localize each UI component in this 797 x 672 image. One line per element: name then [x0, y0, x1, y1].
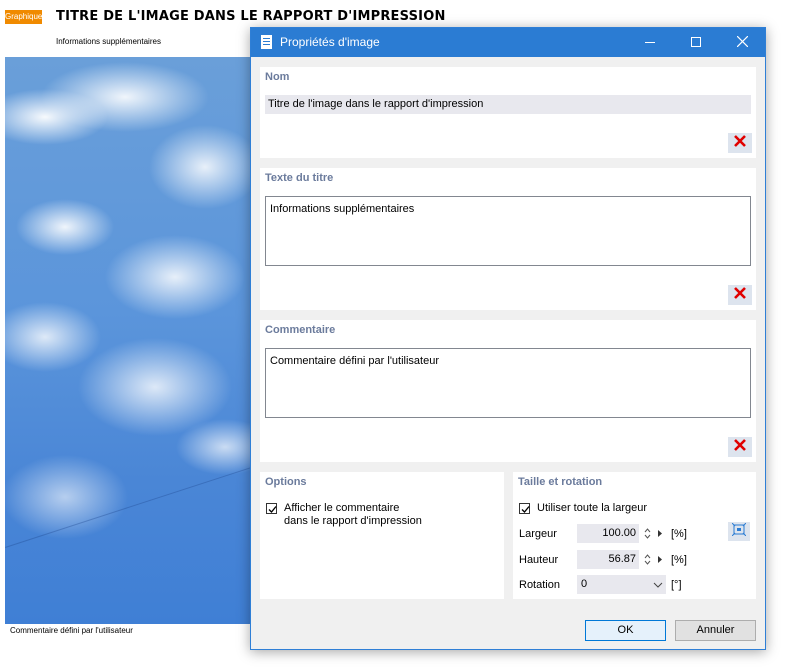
image-properties-dialog: Propriétés d'image Nom Titre de l'image …: [250, 27, 766, 650]
rotation-dropdown[interactable]: 0: [577, 575, 666, 594]
options-label: Options: [265, 476, 307, 488]
graphic-badge: Graphique: [5, 10, 42, 24]
fit-size-button[interactable]: [728, 522, 750, 541]
width-label: Largeur: [519, 528, 557, 540]
name-input[interactable]: Titre de l'image dans le rapport d'impre…: [265, 95, 751, 114]
delete-icon: [734, 134, 746, 152]
title-text-input[interactable]: Informations supplémentaires: [265, 196, 751, 266]
rotation-unit: [°]: [671, 579, 682, 591]
height-unit: [%]: [671, 554, 687, 566]
title-text-label: Texte du titre: [265, 172, 334, 184]
height-spinner[interactable]: [643, 550, 652, 569]
close-icon: [736, 34, 748, 52]
cancel-button[interactable]: Annuler: [675, 620, 756, 641]
width-step-icon[interactable]: [656, 524, 664, 543]
chevron-down-icon: [653, 575, 663, 601]
title-text-section: Texte du titre Informations supplémentai…: [260, 168, 756, 310]
width-spinner[interactable]: [643, 524, 652, 543]
clear-title-text-button[interactable]: [728, 285, 752, 305]
comment-label: Commentaire: [265, 324, 336, 336]
clear-comment-button[interactable]: [728, 437, 752, 457]
ok-button[interactable]: OK: [585, 620, 666, 641]
height-input[interactable]: 56.87: [577, 550, 639, 569]
comment-section: Commentaire Commentaire défini par l'uti…: [260, 320, 756, 462]
fit-size-icon: [731, 522, 747, 541]
clear-name-button[interactable]: [728, 133, 752, 153]
maximize-button[interactable]: [673, 28, 719, 57]
dialog-title: Propriétés d'image: [280, 35, 380, 49]
close-button[interactable]: [719, 28, 765, 57]
document-icon: [261, 35, 272, 49]
minimize-icon: [645, 34, 655, 52]
rotation-label: Rotation: [519, 579, 560, 591]
name-section: Nom Titre de l'image dans le rapport d'i…: [260, 67, 756, 158]
width-input[interactable]: 100.00: [577, 524, 639, 543]
height-step-icon[interactable]: [656, 550, 664, 569]
full-width-label[interactable]: Utiliser toute la largeur: [537, 502, 647, 515]
report-title: TITRE DE L'IMAGE DANS LE RAPPORT D'IMPRE…: [56, 9, 446, 24]
delete-icon: [734, 438, 746, 456]
title-bar[interactable]: Propriétés d'image: [251, 28, 765, 57]
size-rotation-section: Taille et rotation Utiliser toute la lar…: [513, 472, 756, 599]
maximize-icon: [691, 34, 701, 52]
width-unit: [%]: [671, 528, 687, 540]
comment-input[interactable]: Commentaire défini par l'utilisateur: [265, 348, 751, 418]
name-label: Nom: [265, 71, 290, 83]
delete-icon: [734, 286, 746, 304]
height-label: Hauteur: [519, 554, 559, 566]
report-image: [5, 57, 251, 624]
show-comment-label[interactable]: Afficher le commentaire dans le rapport …: [284, 502, 422, 528]
report-comment: Commentaire défini par l'utilisateur: [10, 626, 133, 635]
report-subtitle: Informations supplémentaires: [56, 37, 161, 46]
options-section: Options Afficher le commentaire dans le …: [260, 472, 504, 599]
size-rotation-label: Taille et rotation: [518, 476, 603, 488]
minimize-button[interactable]: [627, 28, 673, 57]
full-width-checkbox[interactable]: [519, 503, 530, 514]
show-comment-checkbox[interactable]: [266, 503, 277, 514]
